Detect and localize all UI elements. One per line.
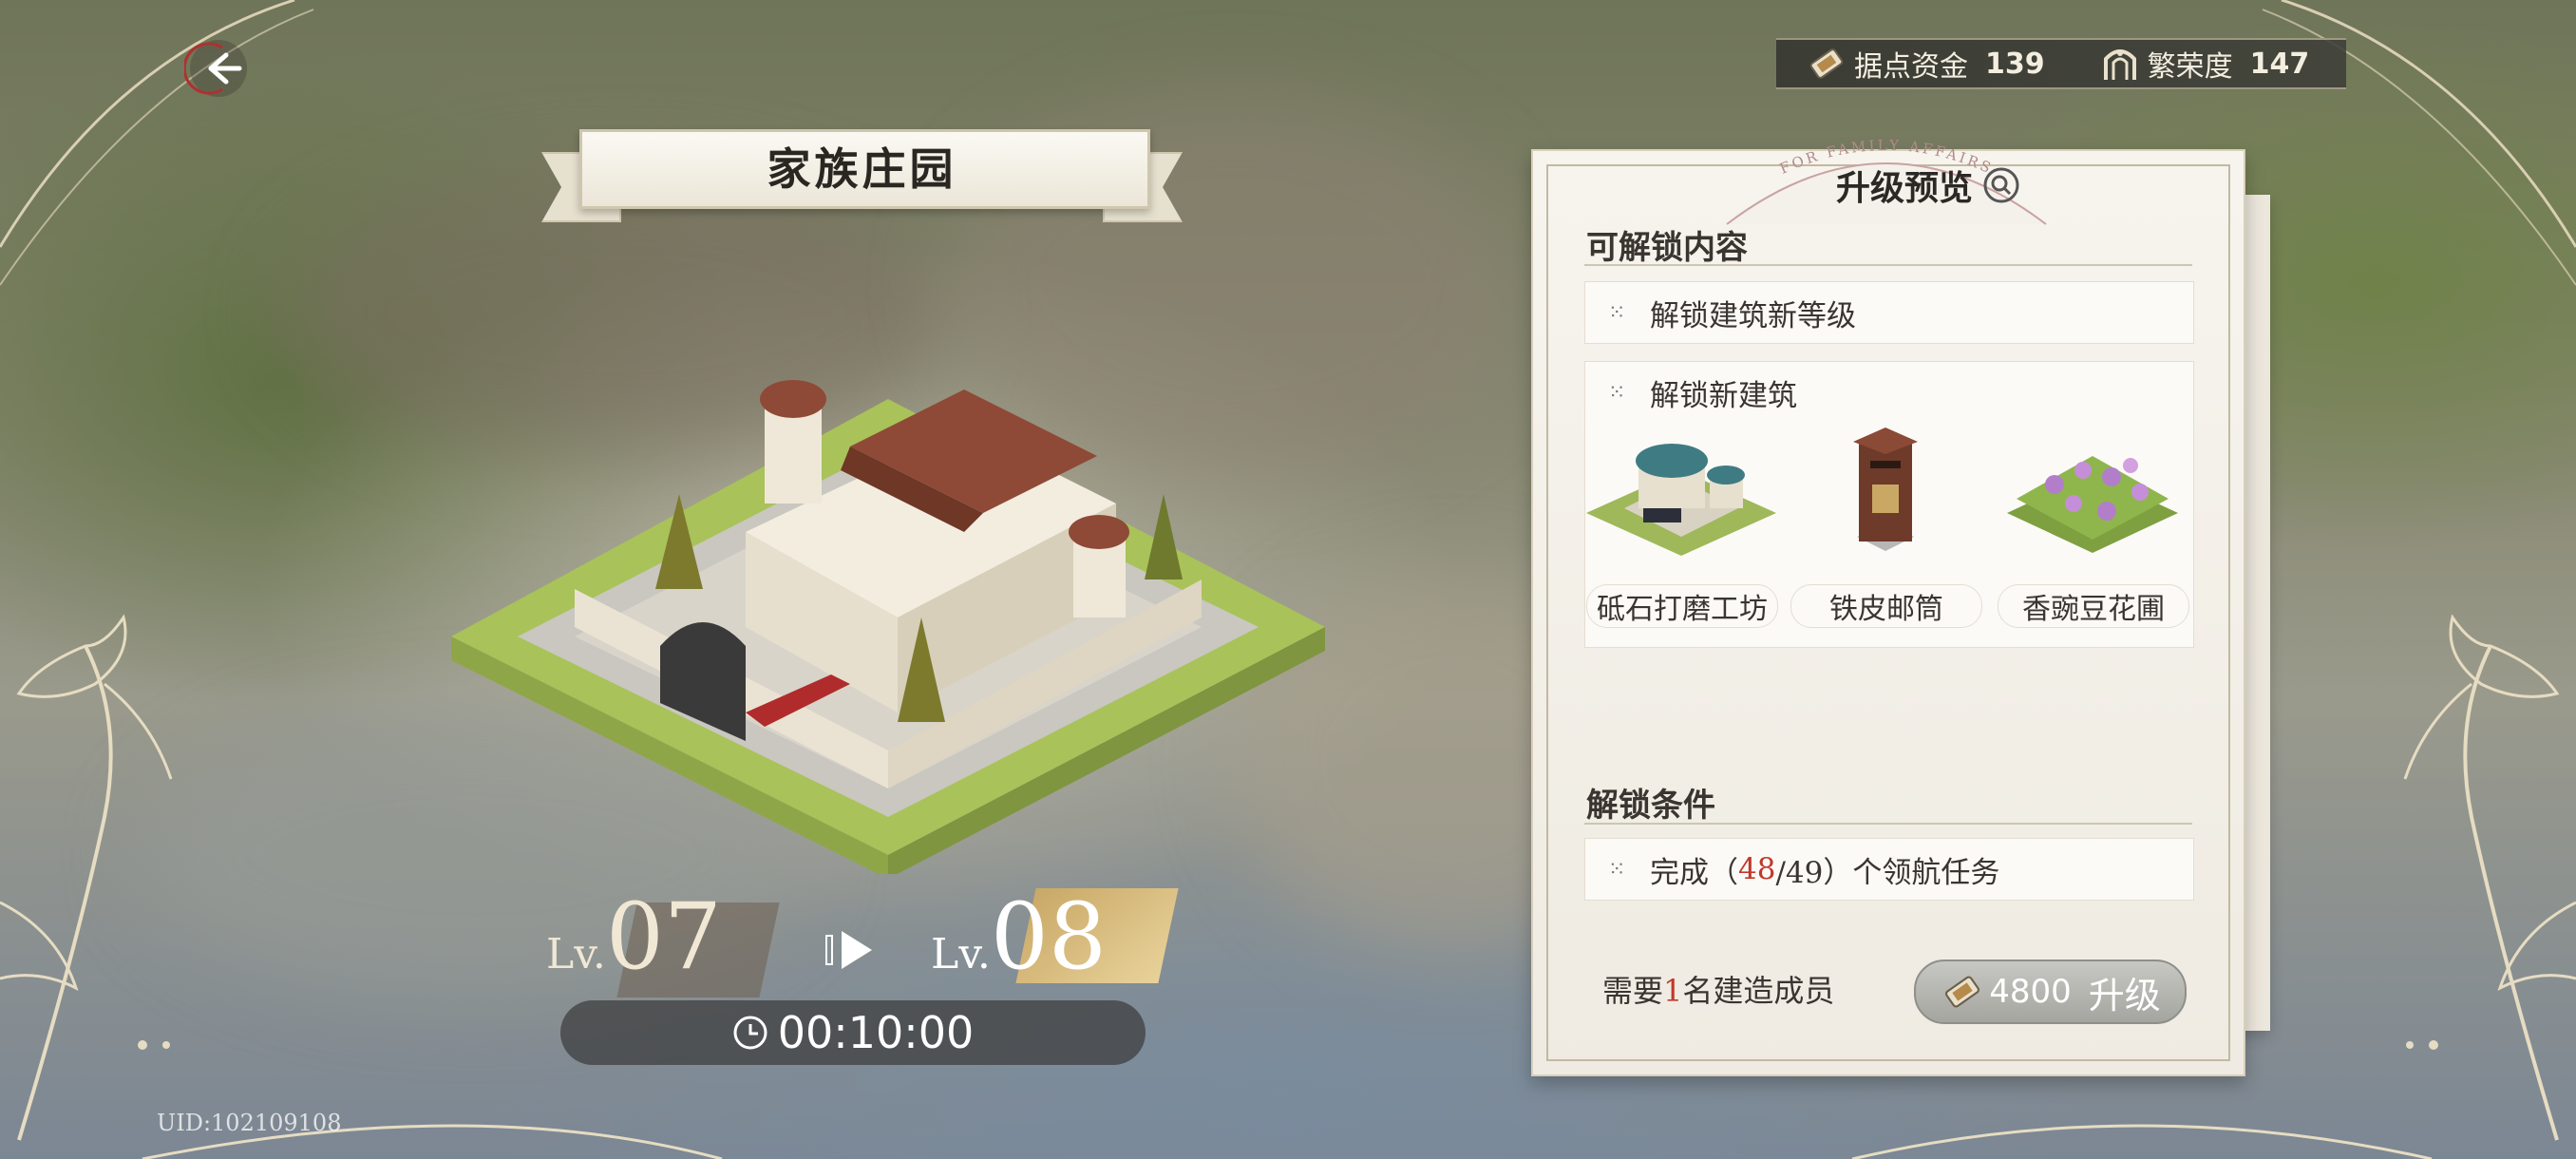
section-divider bbox=[1584, 823, 2192, 825]
condition-section-title: 解锁条件 bbox=[1586, 787, 1715, 825]
current-level: Lv.07 bbox=[546, 884, 722, 990]
requirement-prefix: 需要 bbox=[1602, 973, 1664, 1009]
unlock-item-label: 解锁新建筑 bbox=[1650, 378, 1797, 413]
new-building-card[interactable]: 砥石打磨工坊 bbox=[1586, 418, 1778, 628]
next-level-prefix: Lv. bbox=[931, 930, 991, 978]
base-funds-value: 139 bbox=[1985, 47, 2045, 81]
base-funds-display[interactable]: 据点资金 139 bbox=[1805, 42, 2045, 86]
level-arrow-icon bbox=[825, 931, 872, 969]
condition-suffix: /49）个领航任务 bbox=[1775, 855, 2000, 890]
base-funds-icon bbox=[1809, 48, 1844, 79]
unlock-item-label: 解锁建筑新等级 bbox=[1650, 298, 1856, 333]
building-title: 家族庄园 bbox=[767, 143, 957, 195]
new-building-card[interactable]: 香豌豆花圃 bbox=[1998, 418, 2189, 628]
new-building-label: 砥石打磨工坊 bbox=[1586, 584, 1778, 628]
upgrade-cost: 4800 bbox=[1989, 973, 2072, 1011]
base-funds-label: 据点资金 bbox=[1854, 50, 1968, 84]
condition-text: 完成（ 48/49）个领航任务 bbox=[1650, 839, 1999, 900]
unlock-item-row: ⁙ 解锁建筑新等级 bbox=[1584, 281, 2194, 344]
prosperity-label: 繁荣度 bbox=[2147, 50, 2233, 84]
upgrade-label: 升级 bbox=[2088, 974, 2161, 1016]
user-id: UID:102109108 bbox=[157, 1110, 342, 1136]
current-level-prefix: Lv. bbox=[546, 930, 606, 978]
magnifier-icon[interactable] bbox=[1982, 166, 2020, 204]
tin-mailbox-image bbox=[1853, 428, 1918, 551]
prosperity-display[interactable]: 繁荣度 147 bbox=[2098, 42, 2310, 86]
bullet-icon: ⁙ bbox=[1608, 857, 1626, 882]
condition-progress: 48 bbox=[1738, 852, 1776, 886]
new-building-label: 铁皮邮筒 bbox=[1790, 584, 1982, 628]
back-button[interactable] bbox=[180, 30, 256, 106]
building-title-banner: 家族庄园 bbox=[541, 124, 1183, 233]
right-floral-ornament-icon bbox=[2262, 0, 2576, 1141]
new-building-card[interactable]: 铁皮邮筒 bbox=[1790, 418, 1982, 628]
base-funds-icon bbox=[1945, 976, 1980, 1008]
upgrade-button[interactable]: 4800 升级 bbox=[1914, 960, 2187, 1024]
unlock-section-title: 可解锁内容 bbox=[1586, 229, 1748, 267]
builder-requirement: 需要1名建造成员 bbox=[1602, 967, 1834, 1011]
family-manor-building-image bbox=[451, 380, 1325, 874]
next-level-number: 08 bbox=[990, 884, 1107, 990]
clock-icon bbox=[733, 1016, 767, 1050]
currency-bar: 据点资金 139 繁荣度 147 bbox=[1776, 38, 2346, 89]
bullet-icon: ⁙ bbox=[1608, 380, 1626, 405]
current-level-number: 07 bbox=[605, 884, 722, 990]
requirement-count: 1 bbox=[1663, 973, 1683, 1009]
section-divider bbox=[1584, 264, 2192, 266]
back-arrow-icon bbox=[184, 40, 247, 97]
grindstone-workshop-image bbox=[1586, 444, 1776, 556]
prosperity-value: 147 bbox=[2249, 47, 2310, 81]
upgrade-timer: 00:10:00 bbox=[560, 1000, 1146, 1065]
left-floral-ornament-icon bbox=[0, 0, 314, 1141]
timer-value: 00:10:00 bbox=[777, 1007, 975, 1058]
panel-title: 升级预览 bbox=[1786, 162, 2071, 209]
condition-prefix: 完成（ bbox=[1650, 855, 1738, 890]
next-level: Lv.08 bbox=[931, 884, 1107, 990]
bullet-icon: ⁙ bbox=[1608, 300, 1626, 325]
sweet-pea-garden-image bbox=[2007, 456, 2178, 553]
new-building-label: 香豌豆花圃 bbox=[1998, 584, 2189, 628]
bottom-arc-ornament bbox=[142, 1124, 2433, 1159]
condition-row: ⁙ 完成（ 48/49）个领航任务 bbox=[1584, 838, 2194, 901]
requirement-suffix: 名建造成员 bbox=[1682, 973, 1835, 1009]
panel-title-text: 升级预览 bbox=[1835, 168, 1973, 208]
prosperity-icon bbox=[2103, 49, 2136, 80]
